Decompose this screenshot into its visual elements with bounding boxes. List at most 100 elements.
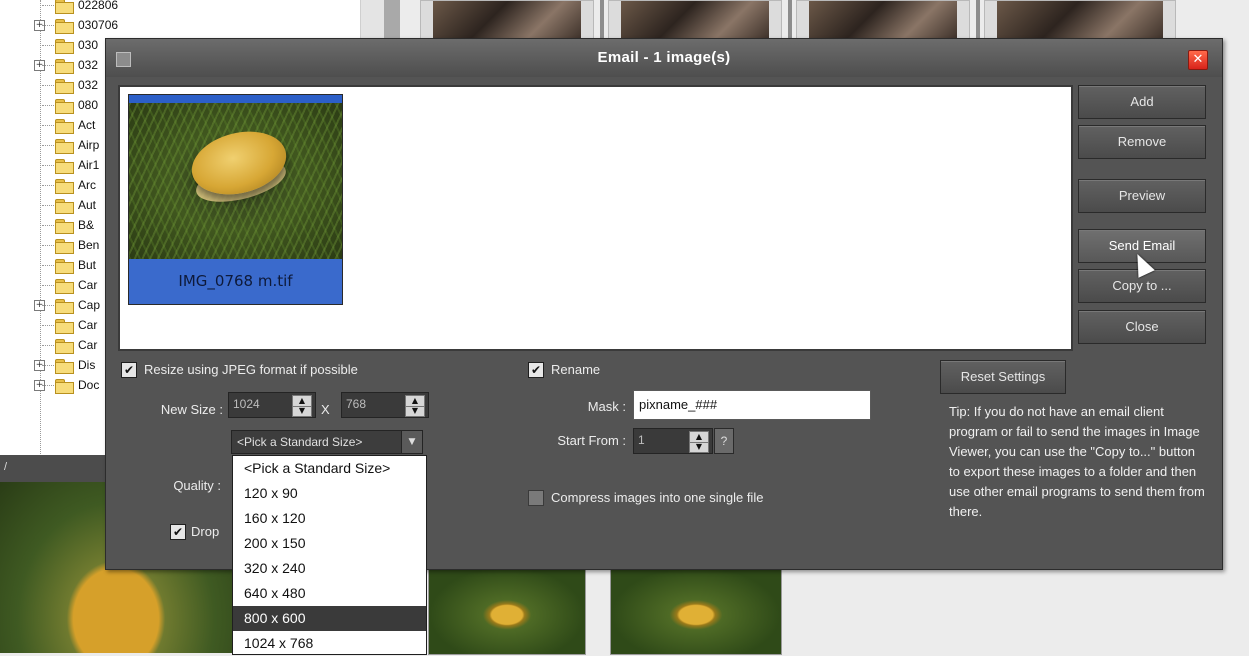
thumbnail-separator	[600, 0, 604, 40]
tree-item-label: Airp	[78, 138, 100, 152]
tree-connector	[42, 165, 54, 166]
thumbnail-cell[interactable]	[420, 0, 594, 42]
size-option-highlighted[interactable]: 800 x 600	[233, 606, 426, 631]
size-option[interactable]: 320 x 240	[233, 556, 426, 581]
folder-icon	[55, 199, 74, 214]
width-value: 1024	[233, 397, 260, 411]
standard-size-dropdown[interactable]: <Pick a Standard Size> 120 x 90 160 x 12…	[232, 455, 427, 655]
dialog-titlebar[interactable]: Email - 1 image(s) ✕	[106, 39, 1222, 77]
mask-input[interactable]	[634, 391, 869, 417]
tree-connector	[42, 385, 54, 386]
tree-item-label: Air1	[78, 158, 100, 172]
spinner-arrows-icon[interactable]: ▲ ▼	[292, 395, 312, 417]
size-option[interactable]: 160 x 120	[233, 506, 426, 531]
rename-label: Rename	[551, 362, 601, 377]
thumbnail-photo[interactable]	[428, 566, 586, 655]
add-button[interactable]: Add	[1078, 85, 1206, 119]
selected-image-thumbnail[interactable]: IMG_0768 m.tif	[128, 94, 343, 305]
size-option[interactable]: 1024 x 768	[233, 631, 426, 656]
preview-button[interactable]: Preview	[1078, 179, 1206, 213]
compress-checkbox[interactable]	[528, 490, 544, 506]
size-option[interactable]: 640 x 480	[233, 581, 426, 606]
thumbnail-cell[interactable]	[796, 0, 970, 42]
thumbnail-cell[interactable]	[984, 0, 1176, 42]
mushroom-photo	[129, 103, 342, 259]
standard-size-combo[interactable]: <Pick a Standard Size> ▼	[231, 430, 423, 454]
spinner-arrows-icon[interactable]: ▲ ▼	[405, 395, 425, 417]
resize-jpeg-checkbox[interactable]: ✔	[121, 362, 137, 378]
tree-connector	[42, 185, 54, 186]
thumbnail-strip-bottom	[400, 560, 1249, 655]
tree-connector	[42, 125, 54, 126]
folder-icon	[55, 159, 74, 174]
close-button[interactable]: Close	[1078, 310, 1206, 344]
tree-item-label: Act	[78, 118, 96, 132]
start-from-spinner[interactable]: 1 ▲ ▼	[633, 428, 713, 454]
folder-icon	[55, 99, 74, 114]
height-spinner[interactable]: 768 ▲ ▼	[341, 392, 429, 418]
folder-icon	[55, 39, 74, 54]
folder-icon	[55, 119, 74, 134]
tree-connector	[42, 245, 54, 246]
thumbnail-separator	[788, 0, 792, 40]
width-spinner[interactable]: 1024 ▲ ▼	[228, 392, 316, 418]
tree-connector	[42, 205, 54, 206]
close-icon[interactable]: ✕	[1188, 50, 1208, 70]
selection-strip	[129, 95, 342, 103]
tree-item[interactable]: 022806	[0, 0, 400, 15]
tree-item-label: Dis	[78, 358, 96, 372]
tree-connector	[42, 145, 54, 146]
tree-item[interactable]: +030706	[0, 15, 400, 35]
tree-connector	[42, 305, 54, 306]
start-from-label: Start From :	[557, 433, 626, 448]
thumbnail-cell[interactable]	[608, 0, 782, 42]
tree-item-label: Car	[78, 318, 98, 332]
thumbnail-strip-top	[400, 0, 1249, 42]
reset-settings-button[interactable]: Reset Settings	[940, 360, 1066, 394]
folder-icon	[55, 79, 74, 94]
tree-item-label: 022806	[78, 0, 119, 12]
tip-text: Tip: If you do not have an email client …	[949, 404, 1205, 519]
thumbnail-photo[interactable]	[610, 566, 782, 655]
tree-item-label: 032	[78, 78, 99, 92]
tree-connector	[42, 365, 54, 366]
help-button[interactable]: ?	[714, 428, 734, 454]
tree-item-label: Arc	[78, 178, 96, 192]
image-list-area[interactable]: IMG_0768 m.tif	[118, 85, 1073, 351]
start-from-value: 1	[638, 433, 645, 447]
quality-label: Quality :	[173, 478, 221, 493]
tree-item-label: 080	[78, 98, 99, 112]
tree-connector	[42, 325, 54, 326]
compress-label: Compress images into one single file	[551, 490, 764, 505]
folder-icon	[55, 279, 74, 294]
size-option[interactable]: <Pick a Standard Size>	[233, 456, 426, 481]
tree-item-label: Aut	[78, 198, 97, 212]
thumbnail-photo	[809, 1, 957, 41]
spinner-arrows-icon[interactable]: ▲ ▼	[689, 431, 709, 453]
tree-item-label: 032	[78, 58, 99, 72]
image-filename: IMG_0768 m.tif	[129, 259, 342, 304]
drop-checkbox[interactable]: ✔	[170, 524, 186, 540]
mask-field[interactable]	[633, 390, 871, 420]
folder-icon	[55, 339, 74, 354]
remove-button[interactable]: Remove	[1078, 125, 1206, 159]
folder-icon	[55, 0, 74, 14]
tree-connector	[42, 85, 54, 86]
thumbnail-separator	[976, 0, 980, 40]
tree-connector	[42, 345, 54, 346]
folder-icon	[55, 379, 74, 394]
tree-item-label: Car	[78, 338, 98, 352]
folder-icon	[55, 179, 74, 194]
size-option[interactable]: 120 x 90	[233, 481, 426, 506]
folder-icon	[55, 259, 74, 274]
mask-label: Mask :	[587, 399, 626, 414]
tree-connector	[42, 105, 54, 106]
size-option[interactable]: 200 x 150	[233, 531, 426, 556]
tree-item-label: But	[78, 258, 97, 272]
drop-label: Drop	[191, 524, 220, 539]
tree-connector	[42, 25, 54, 26]
tree-item-label: Ben	[78, 238, 100, 252]
rename-checkbox[interactable]: ✔	[528, 362, 544, 378]
chevron-down-icon[interactable]: ▼	[401, 431, 422, 453]
tree-item-label: B&	[78, 218, 95, 232]
